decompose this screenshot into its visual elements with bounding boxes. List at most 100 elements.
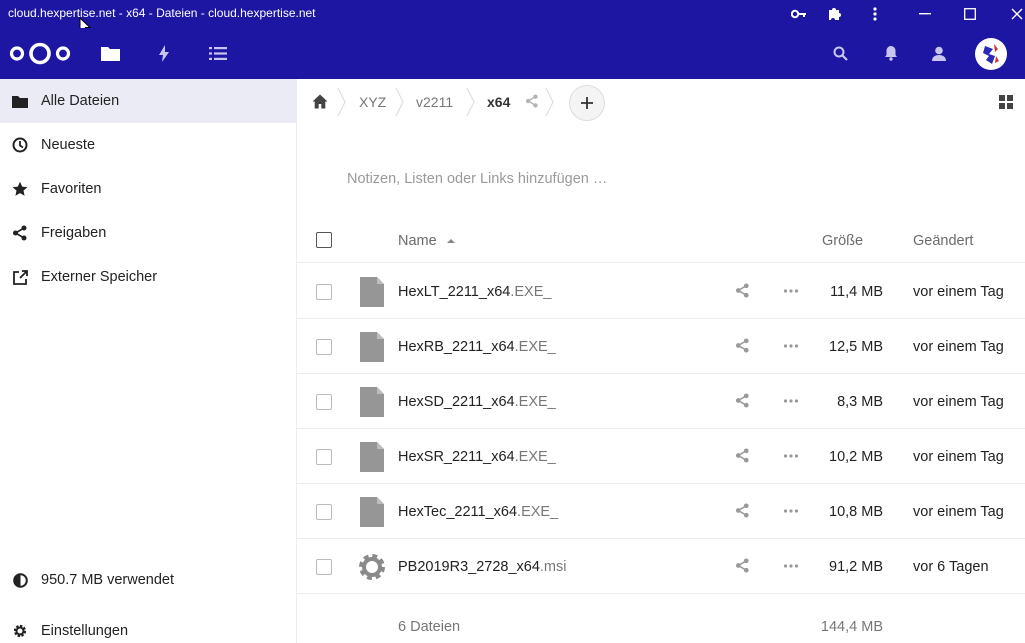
file-modified: vor einem Tag [913, 284, 1004, 300]
file-size: 11,4 MB [830, 284, 883, 300]
more-actions-icon[interactable] [783, 393, 799, 414]
file-name[interactable]: PB2019R3_2728_x64.msi [398, 559, 567, 575]
clock-icon [0, 137, 40, 153]
file-base-name: HexLT_2211_x64 [398, 284, 511, 300]
column-name-header[interactable]: Name [398, 233, 455, 249]
table-header: Name Größe Geändert [297, 219, 1025, 263]
file-base-name: HexTec_2211_x64 [398, 504, 518, 520]
row-checkbox[interactable] [316, 394, 332, 410]
sidebar-item-external-storage[interactable]: Externer Speicher [0, 255, 296, 299]
close-icon[interactable] [1003, 3, 1025, 25]
bell-icon[interactable] [874, 36, 908, 70]
avatar[interactable] [975, 38, 1007, 70]
nextcloud-logo[interactable] [9, 40, 71, 72]
file-extension: .EXE_ [514, 339, 556, 355]
file-size: 91,2 MB [829, 559, 883, 575]
settings-button[interactable]: Einstellungen [0, 609, 296, 643]
home-icon[interactable] [312, 94, 328, 114]
row-checkbox[interactable] [316, 559, 332, 575]
star-icon [0, 181, 40, 197]
extension-icon[interactable] [820, 3, 848, 25]
notes-placeholder[interactable]: Notizen, Listen oder Links hinzufügen … [347, 171, 607, 187]
table-row[interactable]: HexSR_2211_x64.EXE_ 10,2 MB vor einem Ta… [297, 429, 1025, 484]
storage-quota[interactable]: 950.7 MB verwendet [0, 558, 296, 602]
settings-label: Einstellungen [41, 623, 129, 639]
more-actions-icon[interactable] [783, 503, 799, 524]
app-files-folder-icon[interactable] [93, 36, 127, 70]
file-modified: vor 6 Tagen [913, 559, 989, 575]
select-all-checkbox[interactable] [316, 232, 332, 248]
total-size: 144,4 MB [820, 619, 883, 635]
column-modified-header[interactable]: Geändert [913, 233, 973, 249]
breadcrumb-current[interactable]: x64 [487, 94, 510, 110]
file-icon [360, 277, 384, 307]
sidebar-item-label: Freigaben [41, 225, 107, 241]
row-checkbox[interactable] [316, 504, 332, 520]
row-checkbox[interactable] [316, 339, 332, 355]
share-icon[interactable] [735, 558, 750, 578]
grid-view-icon[interactable] [999, 95, 1013, 114]
more-actions-icon[interactable] [783, 558, 799, 579]
file-icon [360, 332, 384, 362]
share-icon[interactable] [735, 448, 750, 468]
more-actions-icon[interactable] [783, 448, 799, 469]
share-icon[interactable] [735, 338, 750, 358]
file-size: 10,8 MB [829, 504, 883, 520]
table-footer: 6 Dateien 144,4 MB [297, 597, 1025, 643]
table-row[interactable]: PB2019R3_2728_x64.msi 91,2 MB vor 6 Tage… [297, 539, 1025, 594]
share-icon[interactable] [735, 283, 750, 303]
file-name[interactable]: HexSR_2211_x64.EXE_ [398, 449, 556, 465]
file-name[interactable]: HexLT_2211_x64.EXE_ [398, 284, 551, 300]
more-actions-icon[interactable] [783, 283, 799, 304]
sidebar-item-recent[interactable]: Neueste [0, 123, 296, 167]
share-icon [0, 225, 40, 241]
app-header [0, 28, 1025, 79]
file-extension: .EXE_ [517, 504, 559, 520]
breadcrumb-item[interactable]: XYZ [359, 94, 386, 110]
share-icon[interactable] [735, 503, 750, 523]
search-icon[interactable] [823, 36, 857, 70]
column-size-header[interactable]: Größe [822, 233, 863, 249]
window-titlebar: cloud.hexpertise.net - x64 - Dateien - c… [0, 0, 1025, 35]
app-activity-lightning-icon[interactable] [147, 36, 181, 70]
row-checkbox[interactable] [316, 449, 332, 465]
contacts-icon[interactable] [923, 36, 957, 70]
breadcrumb-item[interactable]: v2211 [416, 94, 453, 110]
sidebar-item-shares[interactable]: Freigaben [0, 211, 296, 255]
table-row[interactable]: HexTec_2211_x64.EXE_ 10,8 MB vor einem T… [297, 484, 1025, 539]
file-name[interactable]: HexSD_2211_x64.EXE_ [398, 394, 556, 410]
file-extension: .EXE_ [510, 284, 552, 300]
minimize-icon[interactable] [911, 3, 939, 25]
file-extension: .EXE_ [514, 394, 556, 410]
file-name[interactable]: HexTec_2211_x64.EXE_ [398, 504, 558, 520]
breadcrumb: XYZ v2211 x64 [297, 79, 1025, 125]
pie-chart-icon [0, 572, 40, 588]
menu-dots-icon[interactable] [861, 3, 889, 25]
maximize-icon[interactable] [956, 3, 984, 25]
table-row[interactable]: HexSD_2211_x64.EXE_ 8,3 MB vor einem Tag [297, 374, 1025, 429]
sidebar-item-favorites[interactable]: Favoriten [0, 167, 296, 211]
file-size: 12,5 MB [829, 339, 883, 355]
folder-icon [0, 95, 40, 108]
file-extension: .msi [539, 559, 567, 575]
key-icon[interactable] [785, 3, 813, 25]
column-name-label: Name [398, 233, 437, 249]
file-icon [360, 442, 384, 472]
sidebar-item-label: Favoriten [41, 181, 102, 197]
sidebar-item-all-files[interactable]: Alle Dateien [0, 79, 296, 123]
storage-quota-label: 950.7 MB verwendet [41, 572, 174, 588]
plus-icon [581, 97, 593, 109]
add-new-button[interactable] [569, 85, 605, 121]
file-name[interactable]: HexRB_2211_x64.EXE_ [398, 339, 556, 355]
file-base-name: HexSD_2211_x64 [398, 394, 515, 410]
share-icon[interactable] [525, 94, 539, 113]
file-icon [360, 387, 384, 417]
more-actions-icon[interactable] [783, 338, 799, 359]
table-row[interactable]: HexRB_2211_x64.EXE_ 12,5 MB vor einem Ta… [297, 319, 1025, 374]
file-modified: vor einem Tag [913, 449, 1004, 465]
row-checkbox[interactable] [316, 284, 332, 300]
file-modified: vor einem Tag [913, 394, 1004, 410]
table-row[interactable]: HexLT_2211_x64.EXE_ 11,4 MB vor einem Ta… [297, 264, 1025, 319]
app-tasks-list-icon[interactable] [201, 36, 235, 70]
share-icon[interactable] [735, 393, 750, 413]
